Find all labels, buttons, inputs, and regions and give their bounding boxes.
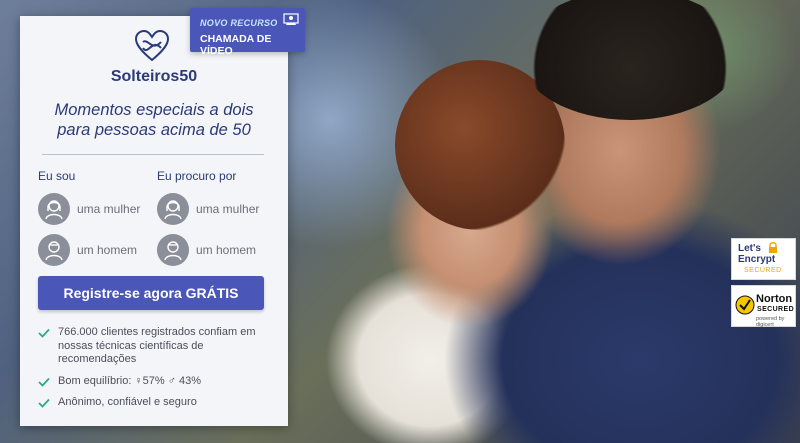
option-label: um homem — [196, 243, 257, 257]
check-icon — [38, 328, 50, 338]
signup-panel: Solteiros50 Momentos especiais a dois pa… — [20, 16, 288, 426]
benefit-item: Anônimo, confiável e seguro — [38, 396, 264, 410]
new-feature-badge[interactable]: NOVO RECURSO CHAMADA DE VÍDEO — [190, 8, 305, 57]
register-free-button[interactable]: Registre-se agora GRÁTIS — [38, 276, 264, 310]
brand-name: Solteiros50 — [110, 68, 198, 85]
norton-name: Norton — [756, 293, 793, 305]
benefit-item: 766.000 clientes registrados confiam em … — [38, 326, 264, 367]
divider — [42, 154, 264, 155]
check-icon — [38, 398, 50, 408]
i-am-heading: Eu sou — [38, 169, 76, 183]
benefit-text: 766.000 clientes registrados confiam em … — [58, 326, 256, 365]
seal-line-1: Let's — [738, 243, 761, 254]
badge-kicker: NOVO RECURSO — [200, 18, 278, 28]
video-call-icon — [283, 13, 299, 25]
lets-encrypt-seal: Let's Encrypt SECURED — [731, 238, 796, 280]
norton-powered: powered by digicert — [756, 316, 785, 328]
norton-seal: Norton SECURED powered by digicert — [731, 285, 796, 328]
norton-check-icon — [735, 295, 755, 315]
padlock-icon — [769, 242, 777, 253]
seal-line-3: SECURED — [744, 267, 782, 274]
benefit-text: Anônimo, confiável e seguro — [58, 396, 197, 408]
seeking-man-option[interactable]: um homem — [157, 233, 256, 267]
tagline: Momentos especiais a dois para pessoas a… — [20, 100, 288, 140]
man-avatar-icon — [157, 234, 189, 266]
option-label: um homem — [77, 243, 138, 257]
woman-avatar-icon — [157, 193, 189, 225]
man-avatar-icon — [38, 234, 70, 266]
badge-title: CHAMADA DE VÍDEO — [200, 33, 272, 57]
seal-line-2: Encrypt — [738, 254, 776, 265]
option-label: uma mulher — [77, 202, 141, 216]
woman-avatar-icon — [38, 193, 70, 225]
i-am-man-option[interactable]: um homem — [38, 233, 137, 267]
heart-logo-icon — [134, 30, 170, 62]
i-am-woman-option[interactable]: uma mulher — [38, 192, 140, 226]
seeking-woman-option[interactable]: uma mulher — [157, 192, 259, 226]
tagline-line-2: para pessoas acima de 50 — [57, 121, 251, 139]
benefit-text: Bom equilíbrio: ♀57% ♂ 43% — [58, 375, 202, 387]
tagline-line-1: Momentos especiais a dois — [54, 101, 254, 119]
benefit-item: Bom equilíbrio: ♀57% ♂ 43% — [38, 375, 264, 389]
option-label: uma mulher — [196, 202, 260, 216]
seeking-heading: Eu procuro por — [157, 169, 237, 183]
norton-secured: SECURED — [757, 306, 795, 313]
check-icon — [38, 377, 50, 387]
